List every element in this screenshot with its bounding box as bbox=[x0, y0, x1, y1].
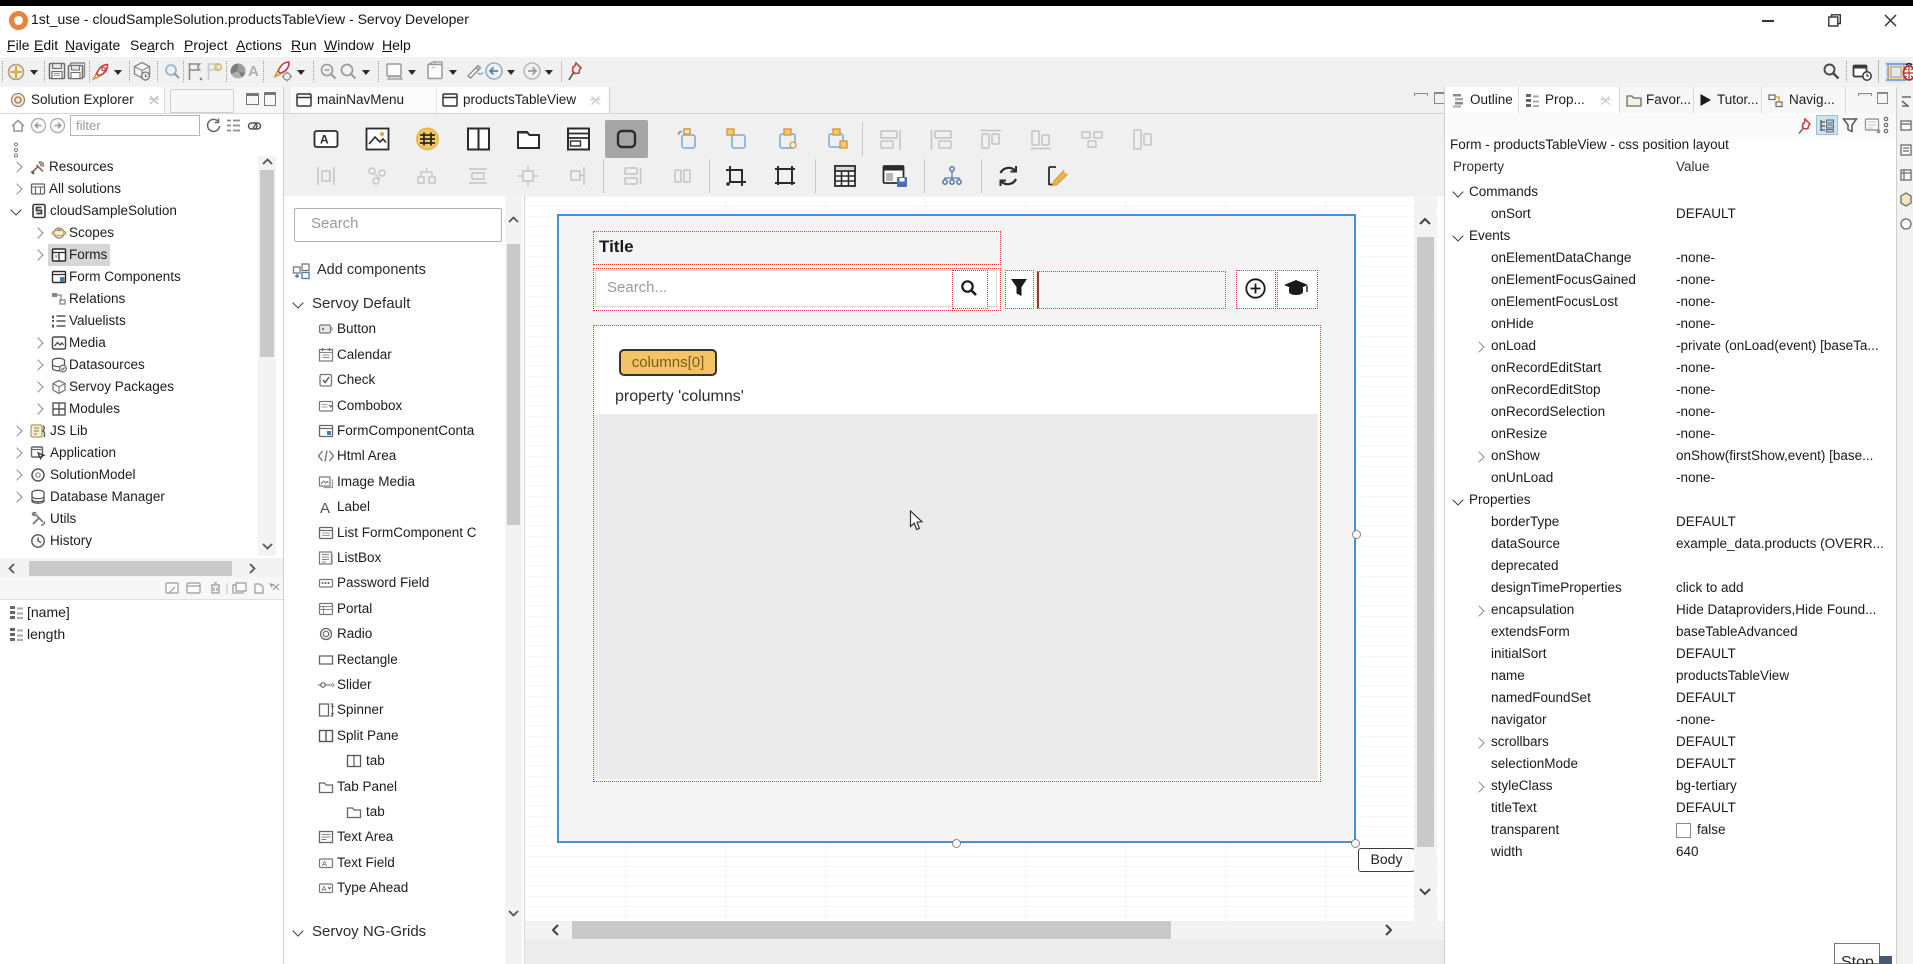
svg-text:A: A bbox=[322, 884, 327, 893]
svg-text:A: A bbox=[322, 859, 327, 868]
svg-text:A: A bbox=[320, 133, 329, 147]
